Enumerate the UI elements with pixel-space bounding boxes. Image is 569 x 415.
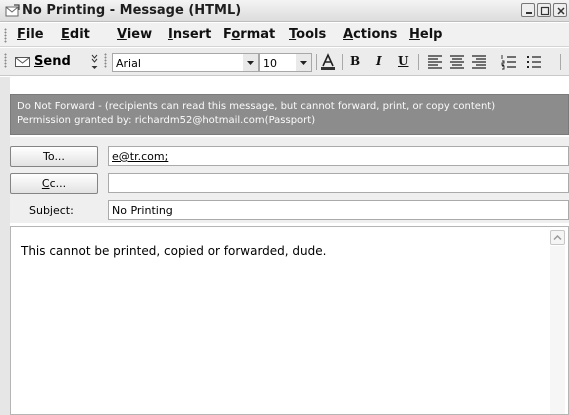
to-field[interactable]: e@tr.com; [108, 146, 569, 166]
toolbar-separator [316, 54, 317, 70]
maximize-icon [540, 6, 550, 16]
message-body[interactable]: This cannot be printed, copied or forwar… [10, 226, 569, 415]
vertical-scrollbar[interactable] [550, 246, 565, 414]
menu-file[interactable]: File [17, 27, 44, 42]
menu-edit[interactable]: Edit [61, 27, 90, 42]
bold-button[interactable]: B [350, 54, 360, 68]
menu-help[interactable]: Help [409, 27, 442, 42]
toolbar-grip[interactable] [4, 53, 7, 68]
align-center-icon [450, 55, 464, 69]
font-name-dropdown[interactable]: Arial [112, 53, 259, 72]
align-right-button[interactable] [470, 53, 488, 71]
to-button[interactable]: To... [10, 146, 98, 167]
numbered-list-icon [501, 55, 516, 70]
send-button[interactable]: Send [13, 52, 85, 72]
font-size-value: 10 [263, 57, 277, 70]
subject-label: Subject: [29, 204, 74, 217]
menu-format[interactable]: Format [223, 27, 275, 42]
message-body-text: This cannot be printed, copied or forwar… [21, 244, 327, 258]
chevron-up-icon [553, 234, 562, 241]
message-window-icon [5, 4, 20, 17]
align-left-button[interactable] [426, 53, 444, 71]
underline-button[interactable]: U [398, 54, 408, 68]
align-center-button[interactable] [448, 53, 466, 71]
menu-tools[interactable]: Tools [289, 27, 326, 42]
menu-bar: File Edit View Insert Format Tools Actio… [0, 23, 569, 47]
cc-field[interactable] [108, 173, 569, 193]
bullet-list-button[interactable] [525, 53, 543, 71]
chevron-down-icon [300, 61, 307, 65]
close-button[interactable] [553, 3, 567, 17]
minimize-button[interactable] [521, 3, 535, 17]
permission-granted-text: Permission granted by: richardm52@hotmai… [17, 115, 316, 126]
send-envelope-icon [15, 57, 30, 67]
align-left-icon [428, 55, 442, 69]
toolbar-grip-2[interactable] [104, 53, 107, 68]
menubar-grip[interactable] [4, 28, 7, 43]
font-name-value: Arial [116, 57, 141, 70]
menu-actions[interactable]: Actions [343, 27, 397, 42]
align-right-icon [472, 55, 486, 69]
font-color-icon [321, 53, 335, 70]
chevron-down-icon [247, 61, 254, 65]
window-left-edge [0, 77, 10, 415]
toolbar-options-icon[interactable] [90, 52, 99, 72]
font-color-button[interactable] [318, 53, 338, 71]
permission-infobar[interactable]: Do Not Forward - (recipients can read th… [10, 94, 569, 135]
subject-field[interactable]: No Printing [108, 200, 569, 220]
minimize-icon [526, 12, 532, 14]
toolbar-separator [560, 54, 561, 70]
maximize-button[interactable] [537, 3, 551, 17]
scroll-up-button[interactable] [550, 230, 565, 245]
toolbar-separator [342, 54, 343, 70]
subject-value: No Printing [112, 204, 173, 217]
menu-view[interactable]: View [117, 27, 152, 42]
formatting-toolbar: Send Arial 10 B I U [0, 48, 569, 76]
permission-restriction-text: Do Not Forward - (recipients can read th… [17, 101, 496, 112]
font-size-dropdown[interactable]: 10 [259, 53, 312, 72]
close-icon [557, 7, 565, 15]
bullet-list-icon [527, 56, 541, 68]
window-title: No Printing - Message (HTML) [22, 3, 242, 18]
cc-button[interactable]: Cc... [10, 173, 98, 194]
to-recipient[interactable]: e@tr.com; [112, 150, 168, 163]
italic-button[interactable]: I [376, 54, 382, 68]
title-bar: No Printing - Message (HTML) [0, 0, 569, 22]
numbered-list-button[interactable] [500, 53, 518, 71]
toolbar-separator [418, 54, 419, 70]
menu-insert[interactable]: Insert [168, 27, 211, 42]
